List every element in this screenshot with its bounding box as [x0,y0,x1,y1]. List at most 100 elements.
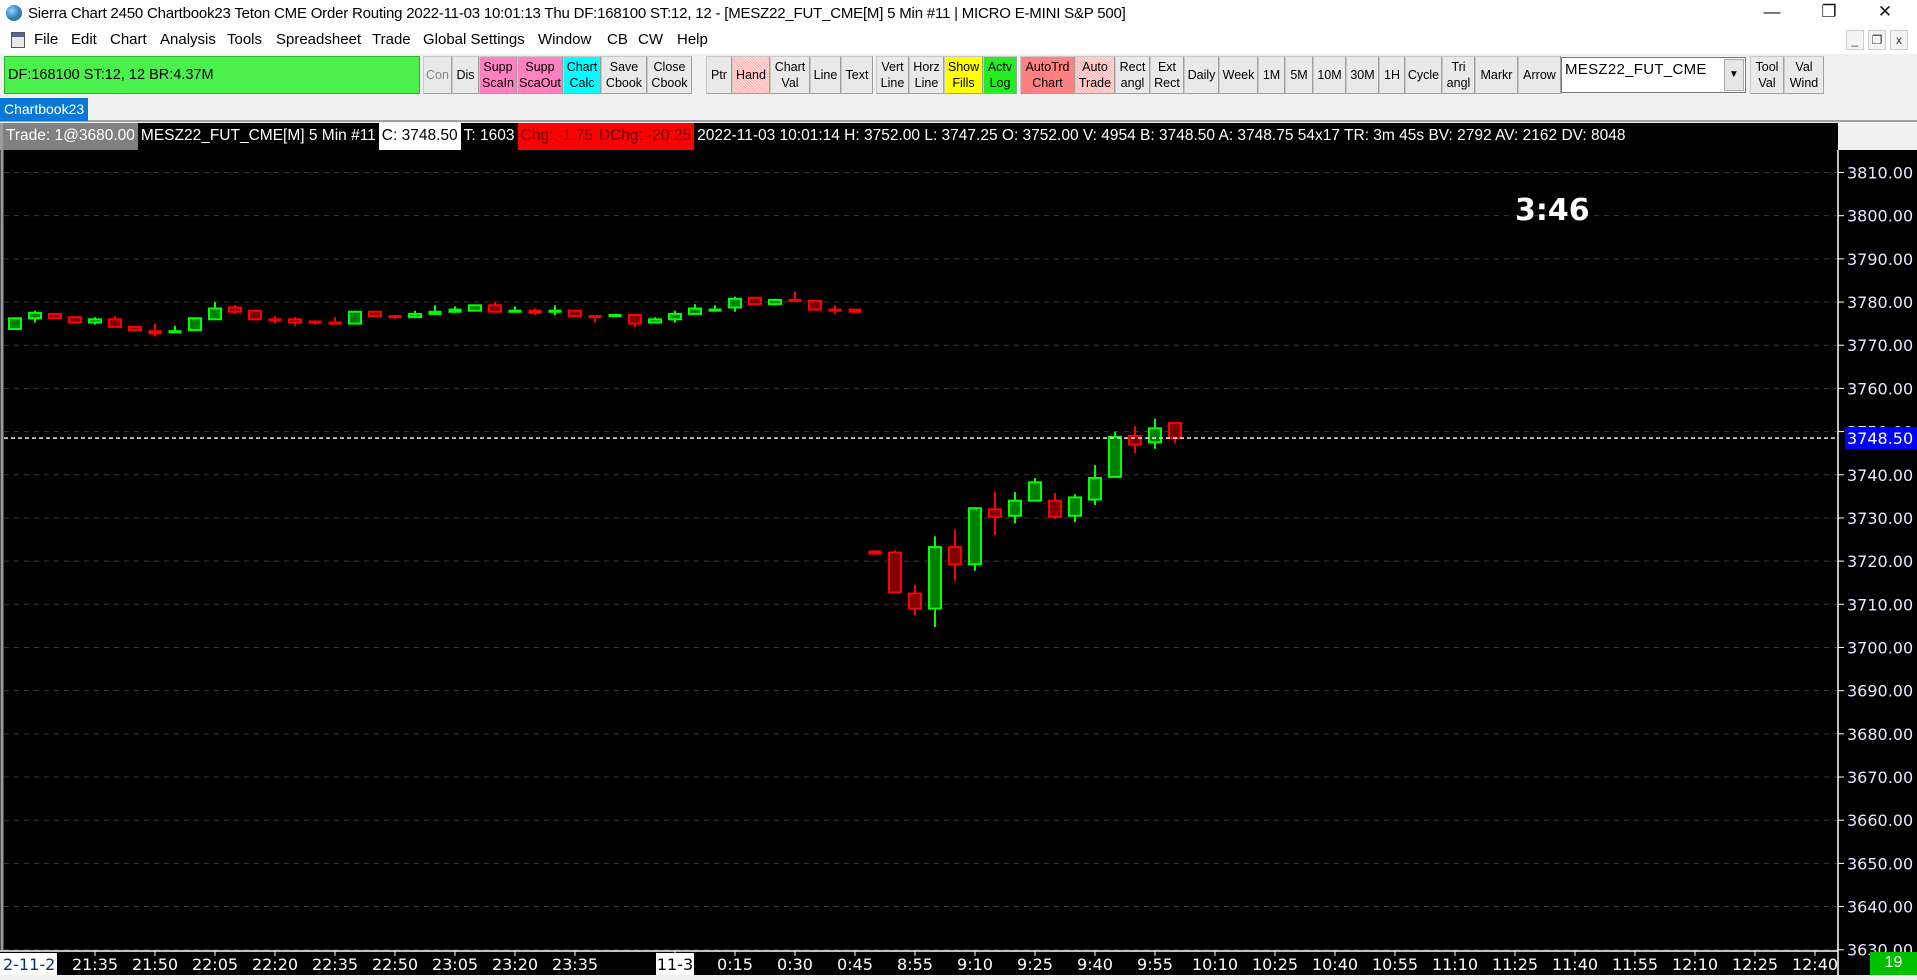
candle [148,323,162,337]
button-label: Log [989,76,1011,90]
chart-val-button[interactable]: Chart Val [770,56,810,94]
mdi-minimize-button[interactable]: _ [1846,30,1864,50]
candle [808,299,822,311]
candle-body [68,316,82,324]
close-window-button[interactable]: ✕ [1870,2,1900,22]
1m-button[interactable]: 1M [1258,56,1285,94]
ext-rect-button[interactable]: Ext Rect [1150,56,1184,94]
candle-body [648,318,662,324]
tab-chartbook23[interactable]: Chartbook23 [0,98,89,121]
text-button[interactable]: Text [841,56,873,94]
menu-analysis[interactable]: Analysis [160,31,216,48]
menu-trade[interactable]: Trade [372,31,411,48]
actv-log-button[interactable]: Actv Log [983,56,1017,94]
y-tick-label: 3640.00 [1847,898,1913,917]
10m-button[interactable]: 10M [1313,56,1346,94]
menu-edit[interactable]: Edit [71,31,97,48]
button-label: Val [1758,76,1776,90]
candle-body [388,315,402,319]
document-icon[interactable] [11,32,25,48]
menu-window[interactable]: Window [538,31,591,48]
mdi-close-button[interactable]: x [1890,30,1908,50]
button-label: Week [1222,68,1255,82]
candle [828,305,842,314]
tool-val-button[interactable]: Tool Val [1750,56,1784,94]
x-tick-label: 23:20 [492,955,538,974]
auto-trade-button[interactable]: Auto Trade [1075,56,1115,94]
menu-cw[interactable]: CW [638,31,663,48]
candle [968,507,982,571]
week-button[interactable]: Week [1219,56,1258,94]
info-field-5: DChg: -20.25 [595,123,695,150]
chart-calc-button[interactable]: Chart Calc [563,56,601,94]
candle-body [408,312,422,319]
y-tick-label: 3720.00 [1847,552,1913,571]
30m-button[interactable]: 30M [1346,56,1379,94]
candlestick-chart[interactable]: 3810.00 3800.00 3790.00 3780.00 3770.00 3760.… [0,150,1917,975]
button-label: Vert [881,60,904,74]
restore-window-button[interactable]: ❐ [1814,2,1844,22]
save-cbook-button[interactable]: Save Cbook [601,56,647,94]
y-tick-label: 3760.00 [1847,379,1913,398]
button-label: Ptr [711,68,727,82]
tri-angl-button[interactable]: Tri angl [1442,56,1475,94]
hand-button[interactable]: Hand [732,56,770,94]
show-fills-button[interactable]: Show Fills [944,56,983,94]
x-tick-label: 10:40 [1312,955,1358,974]
candle-body [328,321,342,325]
candle-body [908,592,922,610]
5m-button[interactable]: 5M [1285,56,1313,94]
menu-cb[interactable]: CB [607,31,628,48]
markr-button[interactable]: Markr [1475,56,1518,94]
menu-global-settings[interactable]: Global Settings [423,31,525,48]
menu-file[interactable]: File [34,31,58,48]
button-label: Chart [566,60,598,74]
candle [1048,493,1062,520]
candle [68,316,82,324]
menu-chart[interactable]: Chart [110,31,147,48]
candle-body [1088,476,1102,501]
line-button[interactable]: Line [810,56,841,94]
menu-spreadsheet[interactable]: Spreadsheet [276,31,361,48]
x-tick-label: 11-3 [657,955,693,974]
candle-body [588,315,602,319]
candle-body [308,320,322,324]
dis-button[interactable]: Dis [452,56,479,94]
supp-scale-in-button[interactable]: Supp ScaIn [479,56,517,94]
autotrd-chart-button[interactable]: AutoTrd Chart [1020,56,1075,94]
rect-angl-button[interactable]: Rect angl [1115,56,1150,94]
menu-tools[interactable]: Tools [227,31,262,48]
minimize-window-button[interactable]: — [1757,2,1787,22]
daily-button[interactable]: Daily [1184,56,1219,94]
con-button[interactable]: Con [423,56,452,94]
candle-body [768,298,782,306]
chartbook-tab-row: Chartbook23 [0,96,1917,122]
arrow-button[interactable]: Arrow [1518,56,1561,94]
symbol-combo-box[interactable]: MESZ22_FUT_CME ▼ [1561,57,1746,93]
x-tick-label: 0:30 [777,955,813,974]
candle [848,308,862,313]
window-title: Sierra Chart 2450 Chartbook23 Teton CME … [28,5,1126,22]
button-label: 5M [1290,68,1308,82]
horz-line-button[interactable]: Horz Line [909,56,944,94]
button-label: Rect [1154,76,1180,90]
x-tick-label: 10:55 [1372,955,1418,974]
button-label: Save [609,60,639,74]
close-cbook-button[interactable]: Close Cbook [647,56,692,94]
y-tick-label: 3700.00 [1847,638,1913,657]
ptr-button[interactable]: Ptr [706,56,732,94]
cycle-button[interactable]: Cycle [1405,56,1442,94]
supp-scale-out-button[interactable]: Supp ScaOut [517,56,563,94]
dropdown-arrow-icon[interactable]: ▼ [1724,59,1744,91]
1h-button[interactable]: 1H [1379,56,1405,94]
val-wind-button[interactable]: Val Wind [1784,56,1824,94]
menu-help[interactable]: Help [677,31,708,48]
x-tick-label: 11:10 [1432,955,1478,974]
candle-body [288,318,302,324]
mdi-restore-button[interactable]: ❐ [1868,30,1886,50]
vert-line-button[interactable]: Vert Line [876,56,909,94]
y-tick-label: 3710.00 [1847,595,1913,614]
x-tick-label: 11:55 [1612,955,1658,974]
candle-body [828,308,842,312]
chart-area[interactable]: 3810.00 3800.00 3790.00 3780.00 3770.00 3760.… [0,150,1917,975]
